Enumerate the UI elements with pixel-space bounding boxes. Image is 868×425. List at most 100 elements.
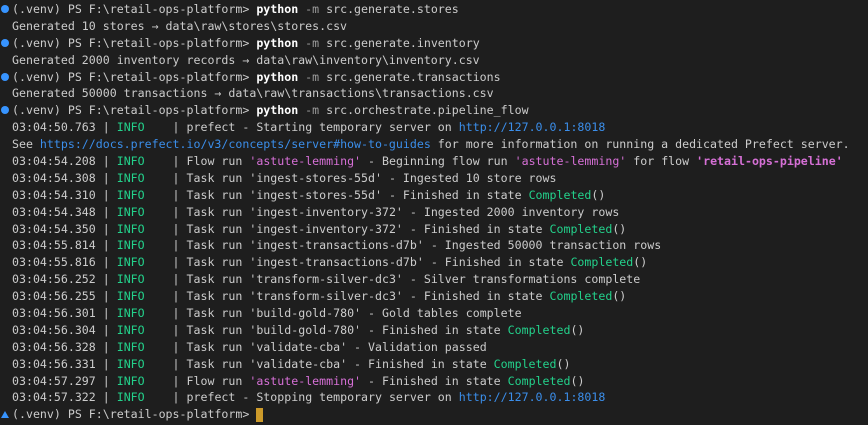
command-name: python	[256, 103, 299, 118]
log-line: 03:04:54.208 | INFO | Flow run 'astute-l…	[0, 153, 868, 170]
prompt-text: (.venv) PS F:\retail-ops-platform>	[12, 103, 257, 118]
docs-url-link[interactable]: https://docs.prefect.io/v3/concepts/serv…	[40, 137, 431, 151]
log-message: Task run 'ingest-stores-55d' - Ingested …	[186, 170, 557, 185]
output-text: Generated 10 stores → data\raw\stores\st…	[12, 18, 348, 33]
log-separator: |	[144, 390, 187, 405]
flow-run-name: 'astute-lemming'	[249, 154, 362, 169]
log-separator: |	[95, 154, 117, 169]
log-separator: |	[144, 170, 187, 185]
log-timestamp: 03:04:56.301	[12, 306, 96, 321]
log-message: Task run 'ingest-inventory-372' - Ingest…	[186, 204, 620, 219]
log-line: 03:04:50.763 | INFO | prefect - Starting…	[0, 119, 868, 136]
command-status-dot-icon[interactable]	[1, 106, 9, 115]
log-separator: |	[144, 120, 187, 135]
prompt-marker-icon[interactable]	[1, 411, 9, 419]
log-timestamp: 03:04:54.348	[12, 204, 96, 219]
log-separator: |	[95, 373, 117, 388]
state-completed: Completed	[528, 187, 592, 202]
command-flag: -m	[298, 2, 327, 16]
log-timestamp: 03:04:56.304	[12, 322, 96, 337]
log-timestamp: 03:04:56.255	[12, 289, 96, 304]
log-message: ()	[633, 255, 648, 270]
log-message: Task run 'ingest-stores-55d' - Finished …	[186, 187, 529, 202]
log-line: 03:04:56.328 | INFO | Task run 'validate…	[0, 339, 868, 356]
log-separator: |	[95, 356, 117, 371]
command-argument: src.generate.stores	[326, 2, 459, 16]
log-line: 03:04:54.308 | INFO | Task run 'ingest-s…	[0, 170, 868, 187]
log-level: INFO	[116, 204, 145, 219]
state-completed: Completed	[507, 373, 571, 388]
command-output-line: Generated 10 stores → data\raw\stores\st…	[0, 18, 868, 35]
prompt-text: (.venv) PS F:\retail-ops-platform>	[12, 407, 257, 422]
log-separator: |	[95, 306, 117, 321]
log-message: Task run 'build-gold-780' - Gold tables …	[186, 306, 522, 321]
log-level: INFO	[116, 170, 145, 185]
log-separator: |	[144, 339, 187, 354]
command-status-dot-icon[interactable]	[1, 72, 9, 81]
command-name: python	[256, 2, 299, 16]
log-line: 03:04:55.816 | INFO | Task run 'ingest-t…	[0, 254, 868, 271]
log-message: Task run 'ingest-inventory-372' - Finish…	[186, 221, 550, 236]
terminal-cursor[interactable]	[256, 407, 264, 422]
terminal-output[interactable]: (.venv) PS F:\retail-ops-platform> pytho…	[0, 0, 868, 423]
state-completed: Completed	[549, 221, 613, 236]
log-timestamp: 03:04:54.208	[12, 154, 96, 169]
log-message: Task run 'ingest-transactions-d7b' - Ing…	[186, 238, 662, 253]
command-output-line: Generated 2000 inventory records → data\…	[0, 52, 868, 69]
log-timestamp: 03:04:56.331	[12, 356, 96, 371]
log-separator: |	[144, 204, 187, 219]
command-argument: src.orchestrate.pipeline_flow	[326, 103, 529, 118]
log-separator: |	[95, 322, 117, 337]
log-level: INFO	[116, 339, 145, 354]
log-separator: |	[144, 187, 187, 202]
log-timestamp: 03:04:56.252	[12, 272, 96, 287]
log-line: 03:04:54.310 | INFO | Task run 'ingest-s…	[0, 187, 868, 204]
log-separator: |	[144, 289, 187, 304]
command-argument: src.generate.inventory	[326, 35, 480, 50]
log-level: INFO	[116, 238, 145, 253]
log-level: INFO	[116, 154, 145, 169]
flow-run-name: 'astute-lemming'	[514, 154, 627, 169]
command-argument: src.generate.transactions	[326, 69, 501, 84]
log-separator: |	[144, 373, 187, 388]
log-level: INFO	[116, 356, 145, 371]
log-level: INFO	[116, 255, 145, 270]
log-separator: |	[95, 238, 117, 253]
log-message: Task run 'transform-silver-dc3' - Finish…	[186, 289, 550, 304]
log-message: - Finished in state	[361, 373, 508, 388]
log-level: INFO	[116, 221, 145, 236]
log-message: prefect - Starting temporary server on	[186, 120, 459, 135]
prompt-line: (.venv) PS F:\retail-ops-platform> pytho…	[0, 1, 868, 18]
log-separator: |	[144, 322, 187, 337]
output-text: Generated 50000 transactions → data\raw\…	[12, 86, 494, 101]
log-separator: |	[95, 187, 117, 202]
log-message: Task run 'ingest-transactions-d7b' - Fin…	[186, 255, 571, 270]
log-level: INFO	[116, 120, 145, 135]
server-url-link[interactable]: http://127.0.0.1:8018	[459, 120, 606, 134]
log-level: INFO	[116, 322, 145, 337]
log-message: - Beginning flow run	[361, 154, 515, 169]
server-url-link[interactable]: http://127.0.0.1:8018	[459, 390, 606, 404]
log-level: INFO	[116, 272, 145, 287]
prompt-line: (.venv) PS F:\retail-ops-platform> pytho…	[0, 69, 868, 86]
log-message: Task run 'validate-cba' - Finished in st…	[186, 356, 494, 371]
log-line: 03:04:56.301 | INFO | Task run 'build-go…	[0, 305, 868, 322]
log-timestamp: 03:04:55.814	[12, 238, 96, 253]
command-flag: -m	[298, 103, 327, 118]
log-line: 03:04:54.350 | INFO | Task run 'ingest-i…	[0, 221, 868, 238]
command-status-dot-icon[interactable]	[1, 38, 9, 47]
log-message: for flow	[626, 154, 697, 169]
log-separator: |	[95, 272, 117, 287]
log-separator: |	[144, 272, 187, 287]
log-message: prefect - Stopping temporary server on	[186, 390, 459, 405]
log-line: 03:04:56.255 | INFO | Task run 'transfor…	[0, 288, 868, 305]
log-level: INFO	[116, 187, 145, 202]
log-line: 03:04:56.304 | INFO | Task run 'build-go…	[0, 322, 868, 339]
log-timestamp: 03:04:54.310	[12, 187, 96, 202]
log-line: 03:04:55.814 | INFO | Task run 'ingest-t…	[0, 237, 868, 254]
command-flag: -m	[298, 69, 327, 84]
state-completed: Completed	[493, 356, 557, 371]
log-timestamp: 03:04:50.763	[12, 120, 96, 135]
command-status-dot-icon[interactable]	[1, 5, 9, 13]
log-separator: |	[144, 356, 187, 371]
